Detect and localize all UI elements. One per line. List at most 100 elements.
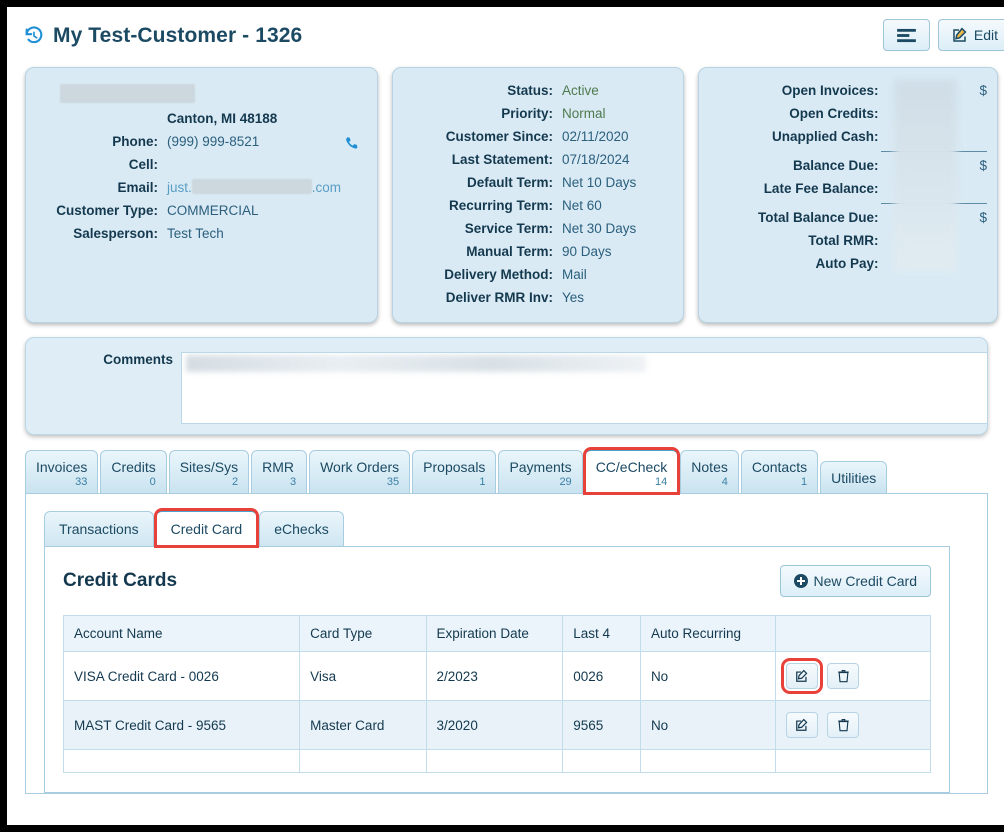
main-tabs-section: Invoices 33 Credits 0 Sites/Sys 2 RMR 3 … [25,447,988,794]
cell-card-type [299,749,427,773]
comments-text-redacted [186,355,646,372]
auto-pay-label: Auto Pay: [815,256,879,271]
tab-label: RMR [262,459,294,475]
balance-due-label: Balance Due: [792,158,879,173]
tab-sites-sys[interactable]: Sites/Sys 2 [168,450,250,493]
pencil-square-icon [952,27,968,43]
trash-icon[interactable] [827,712,860,738]
tab-count: 1 [479,476,486,488]
section-title: Credit Cards [63,570,178,591]
last-statement-row: Last Statement: 07/18/2024 [403,151,667,168]
open-credits-label: Open Credits: [789,106,879,121]
email-value[interactable]: just. .com [158,179,341,196]
edit-button-label: Edit [973,27,998,43]
new-credit-card-button[interactable]: New Credit Card [779,565,931,597]
cell-account-name [62,749,301,773]
tab-count: 29 [559,476,572,488]
customer-name-redacted [60,84,195,103]
tab-payments[interactable]: Payments 29 [498,450,583,493]
email-label: Email: [117,180,158,195]
credit-card-panel: Credit Cards New Credit Card Account Nam… [44,547,950,793]
tab-proposals[interactable]: Proposals 1 [412,450,497,493]
comments-input[interactable] [181,352,987,424]
trash-icon[interactable] [827,663,860,689]
tab-credits[interactable]: Credits 0 [100,450,167,493]
manual-term-value: 90 Days [562,244,612,259]
page-title: My Test-Customer - 1326 [53,24,303,47]
tab-contacts[interactable]: Contacts 1 [740,450,819,493]
cell-actions [774,651,932,701]
open-invoices-label: Open Invoices: [781,83,879,98]
cell-value [158,156,167,173]
unapplied-cash-label: Unapplied Cash: [771,129,879,144]
salesperson-label: Salesperson: [73,226,158,241]
col-auto-recurring: Auto Recurring [639,615,776,652]
recurring-term-value: Net 60 [562,198,602,213]
tab-count: 33 [75,476,88,488]
tab-label: Proposals [423,459,486,475]
inner-tab-credit-card[interactable]: Credit Card [153,508,260,548]
table-row[interactable]: VISA Credit Card - 0026 Visa 2/2023 0026… [62,651,932,701]
default-term-value: Net 10 Days [562,175,637,190]
tab-label: CC/eCheck [595,459,668,475]
recurring-term-label: Recurring Term: [448,198,553,213]
delivery-method-row: Delivery Method: Mail [403,266,667,283]
col-card-type: Card Type [299,615,427,652]
priority-value: Normal [562,106,606,121]
tab-count: 2 [231,476,239,488]
address-value: Canton, MI 48188 [167,111,278,126]
status-label: Status: [507,83,553,98]
inner-tab-transactions[interactable]: Transactions [44,511,154,546]
new-credit-card-label: New Credit Card [813,573,917,589]
col-actions [774,615,932,652]
cell-last4 [562,749,641,773]
edit-button[interactable]: Edit [937,19,1004,51]
tab-invoices[interactable]: Invoices 33 [25,450,99,493]
tab-count: 4 [721,476,728,488]
cell-auto-recurring [639,749,776,773]
cell-last4: 9565 [562,700,641,750]
edit-pencil-icon[interactable] [785,712,818,738]
salesperson-row: Salesperson: Test Tech [40,225,363,242]
contact-card: Canton, MI 48188 Phone: (999) 999-8521 C… [25,67,378,323]
total-rmr-label: Total RMR: [808,233,879,248]
cc-inner-tabbar: Transactions Credit Card eChecks [44,508,950,548]
edit-pencil-icon[interactable] [780,658,823,694]
tab-rmr[interactable]: RMR 3 [251,450,308,493]
last-statement-value: 07/18/2024 [562,152,630,167]
comments-label: Comments [103,352,173,367]
phone-row: Phone: (999) 999-8521 [40,133,363,150]
tab-utilities[interactable]: Utilities [820,461,888,493]
tab-cc-echeck[interactable]: CC/eCheck 14 [582,447,681,495]
tab-label: Work Orders [320,459,400,475]
cell-account-name: VISA Credit Card - 0026 [62,651,301,701]
list-lines-icon [897,28,916,43]
app-frame: My Test-Customer - 1326 Edit Canton, MI … [7,7,1004,825]
customer-type-row: Customer Type: COMMERCIAL [40,202,363,219]
tab-count: 35 [386,476,400,488]
phone-icon[interactable] [344,136,361,156]
tab-work-orders[interactable]: Work Orders 35 [309,450,411,493]
table-row[interactable]: MAST Credit Card - 9565 Master Card 3/20… [62,700,932,750]
customer-since-label: Customer Since: [445,129,553,144]
cell-expiration-date [425,749,564,773]
manual-term-row: Manual Term: 90 Days [403,243,667,260]
delivery-method-value: Mail [562,267,587,282]
table-row[interactable] [62,749,932,773]
history-restore-icon[interactable] [21,23,47,49]
tab-notes[interactable]: Notes 4 [680,450,739,493]
cell-row: Cell: [40,156,363,173]
summary-cards-row: Canton, MI 48188 Phone: (999) 999-8521 C… [7,65,1004,323]
inner-tab-echecks[interactable]: eChecks [259,511,344,546]
list-view-button[interactable] [882,19,930,51]
priority-label: Priority: [501,106,553,121]
address-row: Canton, MI 48188 [40,110,363,127]
tab-label: Sites/Sys [179,459,239,475]
table-header-row: Account Name Card Type Expiration Date L… [62,615,932,652]
default-term-row: Default Term: Net 10 Days [403,174,667,191]
comments-panel: Comments [25,337,988,435]
page-header: My Test-Customer - 1326 Edit [7,7,1004,65]
last-statement-label: Last Statement: [451,152,553,167]
manual-term-label: Manual Term: [466,244,553,259]
col-expiration-date: Expiration Date [425,615,564,652]
